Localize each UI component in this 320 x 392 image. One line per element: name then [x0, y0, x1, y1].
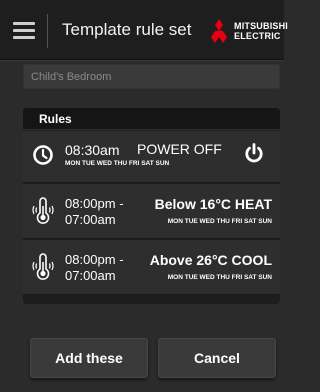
- brand-wordmark: MITSUBISHI ELECTRIC: [234, 21, 288, 41]
- rule-time-range: 08:00pm - 07:00am: [65, 196, 124, 228]
- mitsubishi-diamonds-icon: [211, 19, 227, 43]
- hamburger-icon[interactable]: [13, 22, 35, 40]
- thermometer-icon: [32, 197, 54, 224]
- rule-time-end: 07:00am: [65, 212, 116, 227]
- power-icon[interactable]: [243, 142, 265, 164]
- rule-item[interactable]: 08:30am POWER OFF MON TUE WED THU FRI SA…: [23, 131, 280, 183]
- rule-days: MON TUE WED THU FRI SAT SUN: [167, 274, 272, 281]
- rule-action: POWER OFF: [137, 141, 222, 157]
- rule-condition: Below 16°C HEAT: [154, 196, 272, 212]
- rules-panel: Rules 08:30am POWER OFF MON TUE WED THU …: [23, 108, 280, 304]
- rule-time-end: 07:00am: [65, 268, 116, 283]
- mitsubishi-logo: MITSUBISHI ELECTRIC: [206, 19, 288, 45]
- rule-time: 08:30am: [65, 142, 120, 158]
- app-header: Template rule set MITSUBISHI ELECTRIC: [0, 0, 288, 60]
- rule-days: MON TUE WED THU FRI SAT SUN: [65, 160, 170, 167]
- brand-line-2: ELECTRIC: [234, 31, 281, 41]
- clock-icon: [33, 145, 53, 165]
- rule-condition: Above 26°C COOL: [149, 252, 272, 268]
- rules-heading: Rules: [23, 108, 280, 130]
- add-these-button[interactable]: Add these: [30, 338, 148, 378]
- rule-item[interactable]: 08:00pm - 07:00am Above 26°C COOL MON TU…: [23, 240, 280, 295]
- rule-time-start: 08:00pm -: [65, 252, 124, 267]
- header-divider: [47, 14, 48, 48]
- rule-time-start: 08:00pm -: [65, 196, 124, 211]
- rule-time-range: 08:00pm - 07:00am: [65, 252, 124, 284]
- rule-item[interactable]: 08:00pm - 07:00am Below 16°C HEAT MON TU…: [23, 184, 280, 239]
- rule-days: MON TUE WED THU FRI SAT SUN: [167, 218, 272, 225]
- page-title: Template rule set: [62, 20, 192, 39]
- app-screen: Template rule set MITSUBISHI ELECTRIC Ru…: [0, 0, 288, 392]
- thermometer-icon: [32, 253, 54, 280]
- rule-set-name-input[interactable]: [23, 64, 280, 89]
- cancel-button[interactable]: Cancel: [158, 338, 276, 378]
- brand-line-1: MITSUBISHI: [234, 21, 289, 31]
